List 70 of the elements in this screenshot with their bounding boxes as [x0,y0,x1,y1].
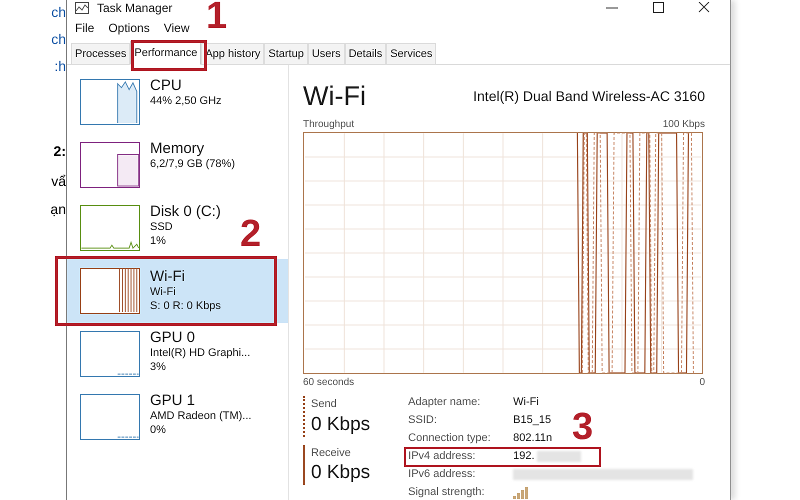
stat-value: 0 Kbps [311,461,370,485]
tab[interactable]: Details [344,43,386,64]
detail-title: Wi-Fi [303,81,366,111]
adapter-name: Intel(R) Dual Band Wireless-AC 3160 [473,87,705,106]
property-label: Connection type: [408,432,492,445]
close-icon[interactable] [696,2,712,14]
usage-graph-icon [80,142,140,188]
tab[interactable]: Processes [71,43,130,64]
property-label: IPv6 address: [408,468,476,481]
tab[interactable]: Startup [264,43,308,64]
usage-graph-icon [80,205,140,251]
sidebar-item[interactable]: GPU 1 AMD Radeon (TM)... 0% [67,394,256,440]
step-number: 2 [240,212,262,256]
signal-icon [513,486,530,498]
property-value: Wi-Fi [513,396,539,409]
property-value: B15_15 [513,414,552,427]
item-detail: 0% [150,423,167,437]
item-title: Disk 0 (C:) [150,204,221,220]
menu-item[interactable]: File [75,19,94,37]
sidebar-item[interactable]: CPU 44% 2,50 GHz [67,79,226,125]
property-label: SSID: [408,414,438,427]
property-label: Adapter name: [408,396,482,409]
item-title: CPU [150,78,183,94]
usage-graph-icon [80,331,140,377]
item-detail: 3% [150,360,167,374]
item-detail: S: 0 R: 0 Kbps [150,298,221,312]
time-span: 60 seconds [303,376,354,390]
property-label: IPv4 address: [408,450,476,463]
item-title: GPU 1 [150,393,196,409]
sidebar-item[interactable]: Memory 6,2/7,9 GB (78%) [67,142,239,188]
page-text: :h [54,57,66,76]
item-detail: 44% 2,50 GHz [150,94,222,108]
page-text: ạn [50,200,66,219]
stat-label: Send [311,397,338,412]
page-text: ch [51,3,66,22]
window-title: Task Manager [97,0,172,16]
item-title: Wi-Fi [150,268,186,284]
chart-min: 0 [699,376,705,390]
page-text: 2: [54,142,66,161]
chart-icon [75,2,89,14]
sidebar-item[interactable]: Disk 0 (C:) SSD 1% [67,205,225,251]
item-detail: SSD [150,220,174,234]
item-title: GPU 0 [150,330,196,346]
usage-graph-icon [80,268,140,314]
page-text: vẩ [51,172,66,191]
menu-item[interactable]: View [164,19,190,37]
page-text: ch [51,30,66,49]
property-value: 802.11n [513,432,552,445]
chart-max: 100 Kbps [662,118,705,132]
stat-value: 0 Kbps [311,412,370,436]
item-detail: Wi-Fi [150,284,177,298]
item-detail: AMD Radeon (TM)... [150,409,252,423]
stat-label: Receive [311,446,352,460]
menu-item[interactable]: Options [108,19,150,37]
sidebar-item[interactable]: Wi-Fi Wi-Fi S: 0 R: 0 Kbps [67,259,288,323]
property-label: Signal strength: [408,486,486,499]
usage-graph-icon [80,79,140,125]
maximize-icon[interactable] [650,2,666,14]
item-detail: 1% [150,234,167,248]
chart-label: Throughput [303,118,354,132]
usage-graph-icon [80,394,140,440]
step-number: 3 [572,405,594,449]
item-title: Memory [150,141,206,157]
tab[interactable]: Users [308,43,345,64]
property-value: 192. [513,450,535,463]
tab[interactable]: Services [386,43,436,64]
item-detail: 6,2/7,9 GB (78%) [150,157,235,171]
item-detail: Intel(R) HD Graphi... [150,346,250,360]
sidebar-item[interactable]: GPU 0 Intel(R) HD Graphi... 3% [67,331,254,377]
step-number: 1 [206,0,228,38]
